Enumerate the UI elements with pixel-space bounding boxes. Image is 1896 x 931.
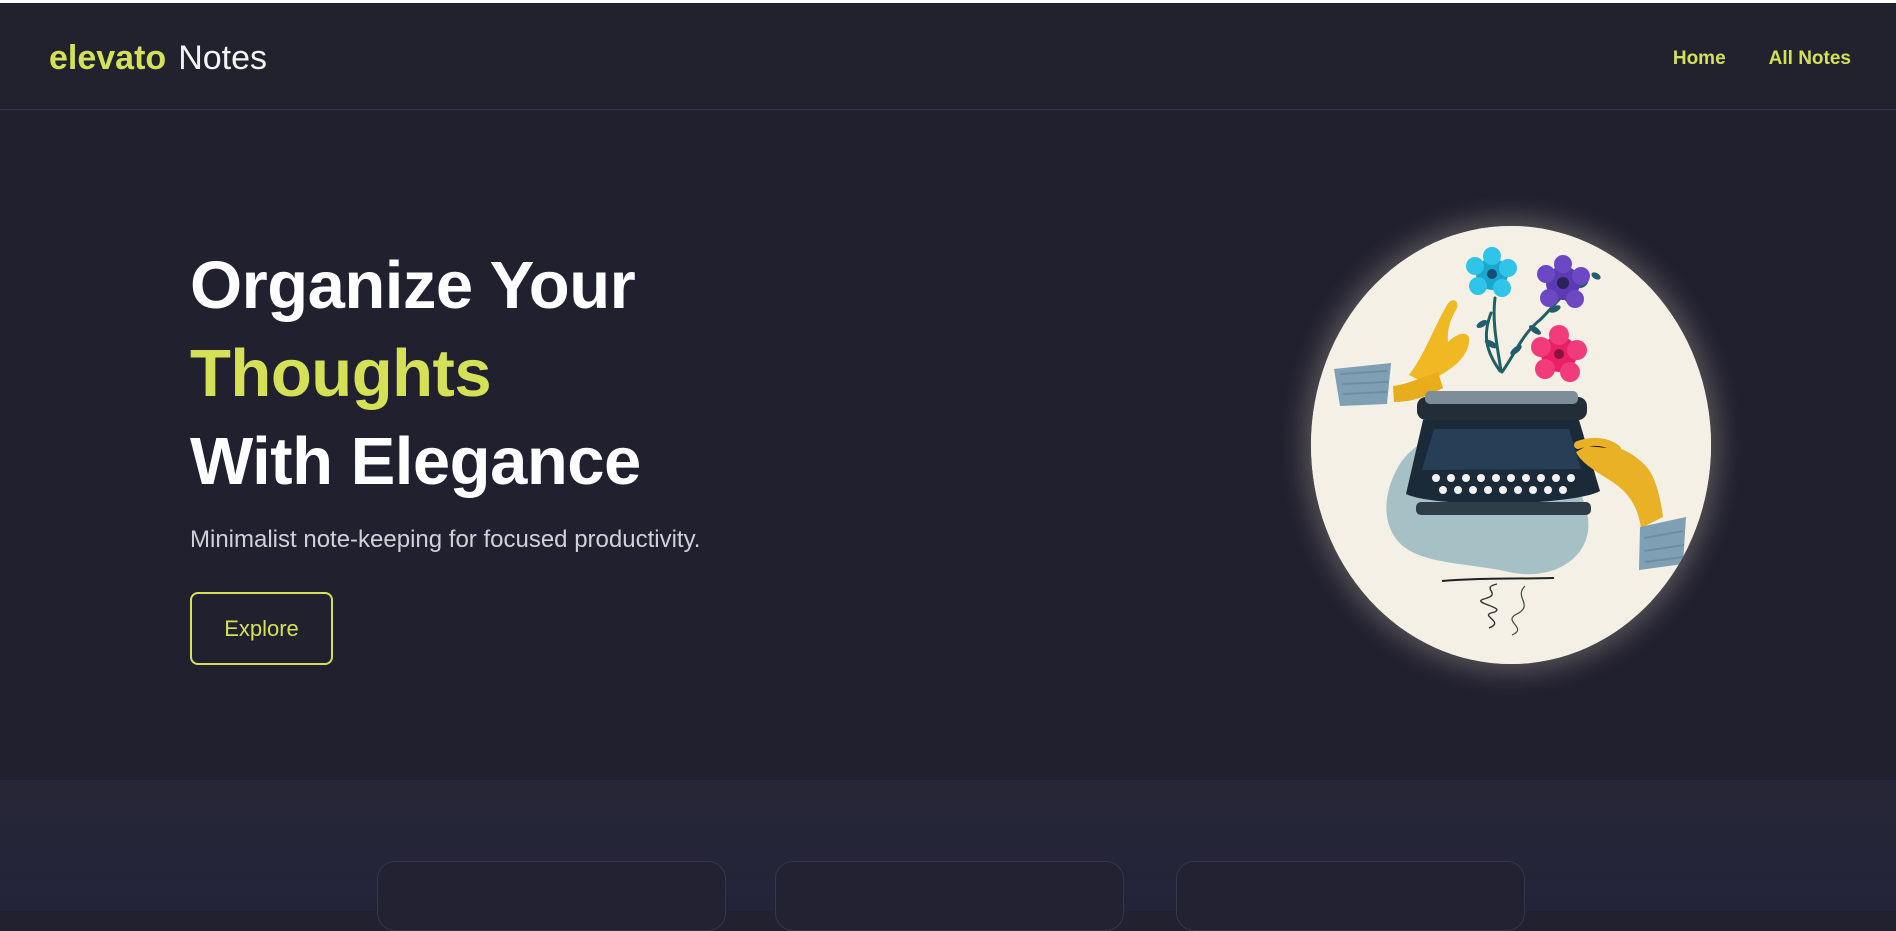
note-card-preview-3[interactable] [1176, 861, 1525, 931]
note-card-preview-2[interactable] [775, 861, 1124, 931]
main-navigation: Home All Notes [1673, 47, 1851, 71]
hero-heading: Organize Your Thoughts With Elegance [190, 242, 890, 506]
hero-heading-line-1: Organize Your [190, 248, 636, 323]
notes-preview-section [0, 780, 1896, 931]
explore-button[interactable]: Explore [190, 592, 333, 665]
nav-all-notes-link[interactable]: All Notes [1769, 47, 1851, 71]
hero-copy: Organize Your Thoughts With Elegance Min… [190, 242, 890, 665]
brand-suffix: Notes [178, 39, 268, 77]
nav-home-link[interactable]: Home [1673, 47, 1726, 71]
hero-section: Organize Your Thoughts With Elegance Min… [0, 111, 1896, 780]
note-card-preview-1[interactable] [377, 861, 726, 931]
typewriter-illustration [1311, 226, 1711, 664]
hero-heading-accent: Thoughts [190, 336, 492, 411]
hero-subtitle: Minimalist note-keeping for focused prod… [190, 526, 701, 553]
site-header: elevato Notes Home All Notes [0, 3, 1896, 110]
brand-name: elevato [49, 39, 167, 77]
brand-logo[interactable]: elevato Notes [49, 36, 267, 80]
hero-heading-line-3: With Elegance [190, 424, 641, 499]
